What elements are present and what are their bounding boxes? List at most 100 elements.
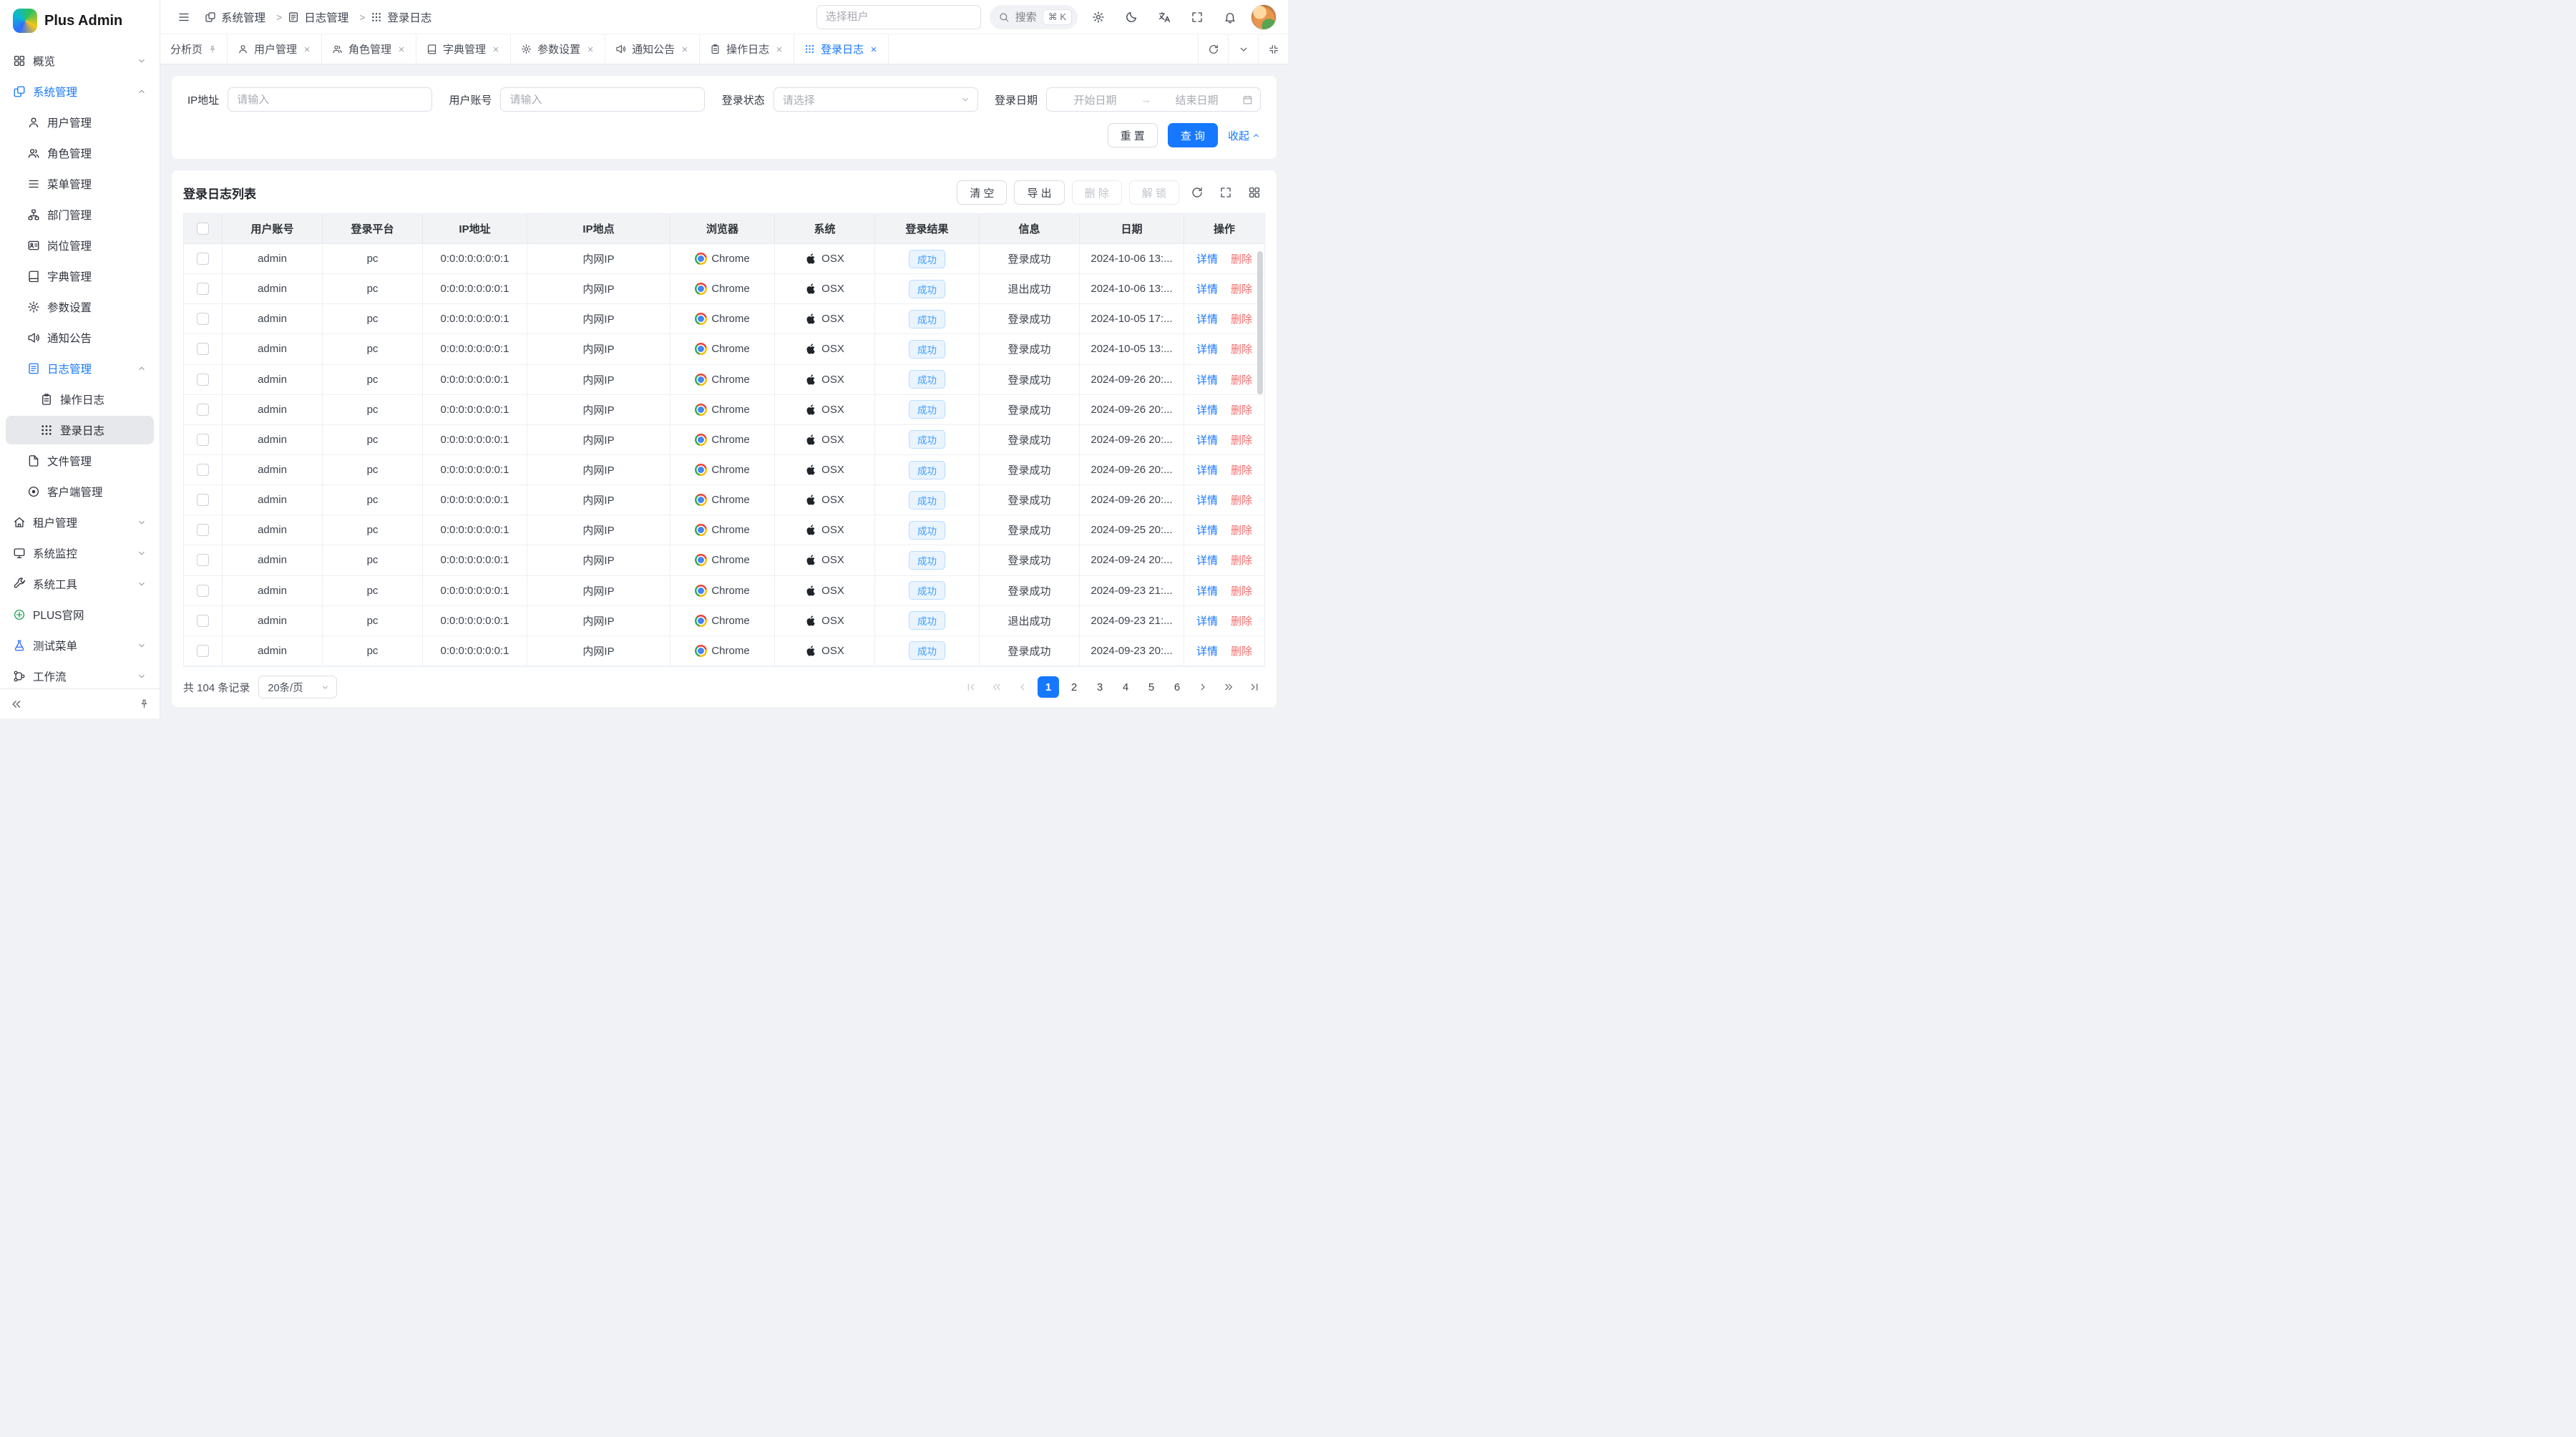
sidebar-item-3[interactable]: 角色管理 bbox=[6, 139, 154, 167]
row-checkbox[interactable] bbox=[197, 464, 209, 476]
tab-3[interactable]: 字典管理 bbox=[416, 34, 511, 64]
notifications-button[interactable] bbox=[1218, 5, 1242, 29]
ip-input[interactable] bbox=[228, 87, 432, 112]
close-tab-icon[interactable] bbox=[680, 45, 689, 54]
sidebar-item-16[interactable]: 系统监控 bbox=[6, 539, 154, 568]
tab-6[interactable]: 操作日志 bbox=[700, 34, 794, 64]
delete-link[interactable]: 删除 bbox=[1231, 522, 1252, 537]
tab-5[interactable]: 通知公告 bbox=[605, 34, 700, 64]
delete-link[interactable]: 删除 bbox=[1231, 281, 1252, 296]
content-fullscreen-button[interactable] bbox=[1258, 34, 1288, 64]
delete-link[interactable]: 删除 bbox=[1231, 432, 1252, 447]
page-button-2[interactable]: 2 bbox=[1063, 676, 1085, 698]
sidebar-item-6[interactable]: 岗位管理 bbox=[6, 231, 154, 260]
sidebar-item-14[interactable]: 客户端管理 bbox=[6, 477, 154, 506]
reset-button[interactable]: 重 置 bbox=[1108, 123, 1158, 147]
sidebar-item-10[interactable]: 日志管理 bbox=[6, 354, 154, 383]
refresh-table-button[interactable] bbox=[1186, 182, 1208, 203]
page-size-select[interactable]: 20条/页 bbox=[258, 676, 337, 698]
tab-4[interactable]: 参数设置 bbox=[511, 34, 605, 64]
collapse-sidebar-icon[interactable] bbox=[10, 698, 23, 711]
account-input[interactable] bbox=[500, 87, 705, 112]
close-tab-icon[interactable] bbox=[775, 45, 784, 54]
row-checkbox[interactable] bbox=[197, 343, 209, 355]
detail-link[interactable]: 详情 bbox=[1196, 492, 1218, 507]
row-checkbox[interactable] bbox=[197, 374, 209, 386]
sidebar-item-4[interactable]: 菜单管理 bbox=[6, 170, 154, 198]
next-page-button[interactable] bbox=[1192, 676, 1214, 698]
detail-link[interactable]: 详情 bbox=[1196, 251, 1218, 266]
row-checkbox[interactable] bbox=[197, 645, 209, 657]
row-checkbox[interactable] bbox=[197, 585, 209, 597]
sidebar-item-11[interactable]: 操作日志 bbox=[6, 385, 154, 414]
detail-link[interactable]: 详情 bbox=[1196, 432, 1218, 447]
column-settings-button[interactable] bbox=[1244, 182, 1265, 203]
delete-link[interactable]: 删除 bbox=[1231, 251, 1252, 266]
tab-2[interactable]: 角色管理 bbox=[322, 34, 416, 64]
sidebar-item-15[interactable]: 租户管理 bbox=[6, 508, 154, 537]
delete-link[interactable]: 删除 bbox=[1231, 372, 1252, 387]
detail-link[interactable]: 详情 bbox=[1196, 522, 1218, 537]
column-header[interactable]: 浏览器 bbox=[670, 214, 775, 244]
last-page-button[interactable] bbox=[1244, 676, 1265, 698]
delete-link[interactable]: 删除 bbox=[1231, 341, 1252, 356]
tab-1[interactable]: 用户管理 bbox=[228, 34, 322, 64]
toolbar-button-3[interactable]: 解 锁 bbox=[1129, 180, 1179, 205]
delete-link[interactable]: 删除 bbox=[1231, 402, 1252, 417]
toolbar-button-2[interactable]: 删 除 bbox=[1072, 180, 1122, 205]
first-page-button[interactable] bbox=[960, 676, 982, 698]
next-pages-button[interactable] bbox=[1218, 676, 1239, 698]
row-checkbox[interactable] bbox=[197, 554, 209, 566]
close-tab-icon[interactable] bbox=[586, 45, 595, 54]
sidebar-item-17[interactable]: 系统工具 bbox=[6, 570, 154, 598]
row-checkbox[interactable] bbox=[197, 253, 209, 265]
detail-link[interactable]: 详情 bbox=[1196, 402, 1218, 417]
close-tab-icon[interactable] bbox=[869, 45, 878, 54]
app-logo[interactable]: Plus Admin bbox=[0, 0, 160, 42]
column-header[interactable]: 登录结果 bbox=[875, 214, 980, 244]
tab-actions-dropdown[interactable] bbox=[1228, 34, 1258, 64]
row-checkbox[interactable] bbox=[197, 313, 209, 325]
column-header[interactable]: IP地点 bbox=[527, 214, 670, 244]
sidebar-item-1[interactable]: 系统管理 bbox=[6, 77, 154, 106]
settings-button[interactable] bbox=[1086, 5, 1111, 29]
row-checkbox[interactable] bbox=[197, 283, 209, 295]
toolbar-button-1[interactable]: 导 出 bbox=[1014, 180, 1064, 205]
search-button[interactable]: 查 询 bbox=[1168, 123, 1218, 147]
close-tab-icon[interactable] bbox=[397, 45, 406, 54]
collapse-filters-link[interactable]: 收起 bbox=[1228, 128, 1261, 143]
language-button[interactable] bbox=[1152, 5, 1176, 29]
select-all-checkbox[interactable] bbox=[197, 223, 209, 235]
tab-0[interactable]: 分析页 bbox=[160, 34, 228, 64]
row-checkbox[interactable] bbox=[197, 494, 209, 506]
page-button-1[interactable]: 1 bbox=[1038, 676, 1059, 698]
table-fullscreen-button[interactable] bbox=[1215, 182, 1236, 203]
column-header[interactable]: 用户账号 bbox=[223, 214, 323, 244]
sidebar-item-13[interactable]: 文件管理 bbox=[6, 447, 154, 475]
delete-link[interactable]: 删除 bbox=[1231, 552, 1252, 568]
prev-pages-button[interactable] bbox=[986, 676, 1008, 698]
delete-link[interactable]: 删除 bbox=[1231, 583, 1252, 598]
detail-link[interactable]: 详情 bbox=[1196, 372, 1218, 387]
sidebar-item-8[interactable]: 参数设置 bbox=[6, 293, 154, 321]
row-checkbox[interactable] bbox=[197, 524, 209, 536]
sidebar-item-18[interactable]: PLUS官网 bbox=[6, 600, 154, 629]
pin-sidebar-icon[interactable] bbox=[139, 698, 150, 709]
page-button-4[interactable]: 4 bbox=[1115, 676, 1136, 698]
table-scrollbar[interactable] bbox=[1257, 251, 1263, 394]
tab-7[interactable]: 登录日志 bbox=[794, 34, 889, 64]
sidebar-item-5[interactable]: 部门管理 bbox=[6, 200, 154, 229]
sidebar-item-7[interactable]: 字典管理 bbox=[6, 262, 154, 291]
sidebar-item-9[interactable]: 通知公告 bbox=[6, 323, 154, 352]
page-button-3[interactable]: 3 bbox=[1089, 676, 1111, 698]
refresh-tab-button[interactable] bbox=[1198, 34, 1228, 64]
user-avatar[interactable] bbox=[1251, 4, 1277, 30]
detail-link[interactable]: 详情 bbox=[1196, 281, 1218, 296]
breadcrumb-item[interactable]: 日志管理 > bbox=[288, 9, 365, 25]
detail-link[interactable]: 详情 bbox=[1196, 552, 1218, 568]
delete-link[interactable]: 删除 bbox=[1231, 462, 1252, 477]
delete-link[interactable]: 删除 bbox=[1231, 643, 1252, 658]
tenant-select[interactable] bbox=[816, 5, 981, 29]
column-header[interactable]: 登录平台 bbox=[323, 214, 423, 244]
row-checkbox[interactable] bbox=[197, 404, 209, 416]
